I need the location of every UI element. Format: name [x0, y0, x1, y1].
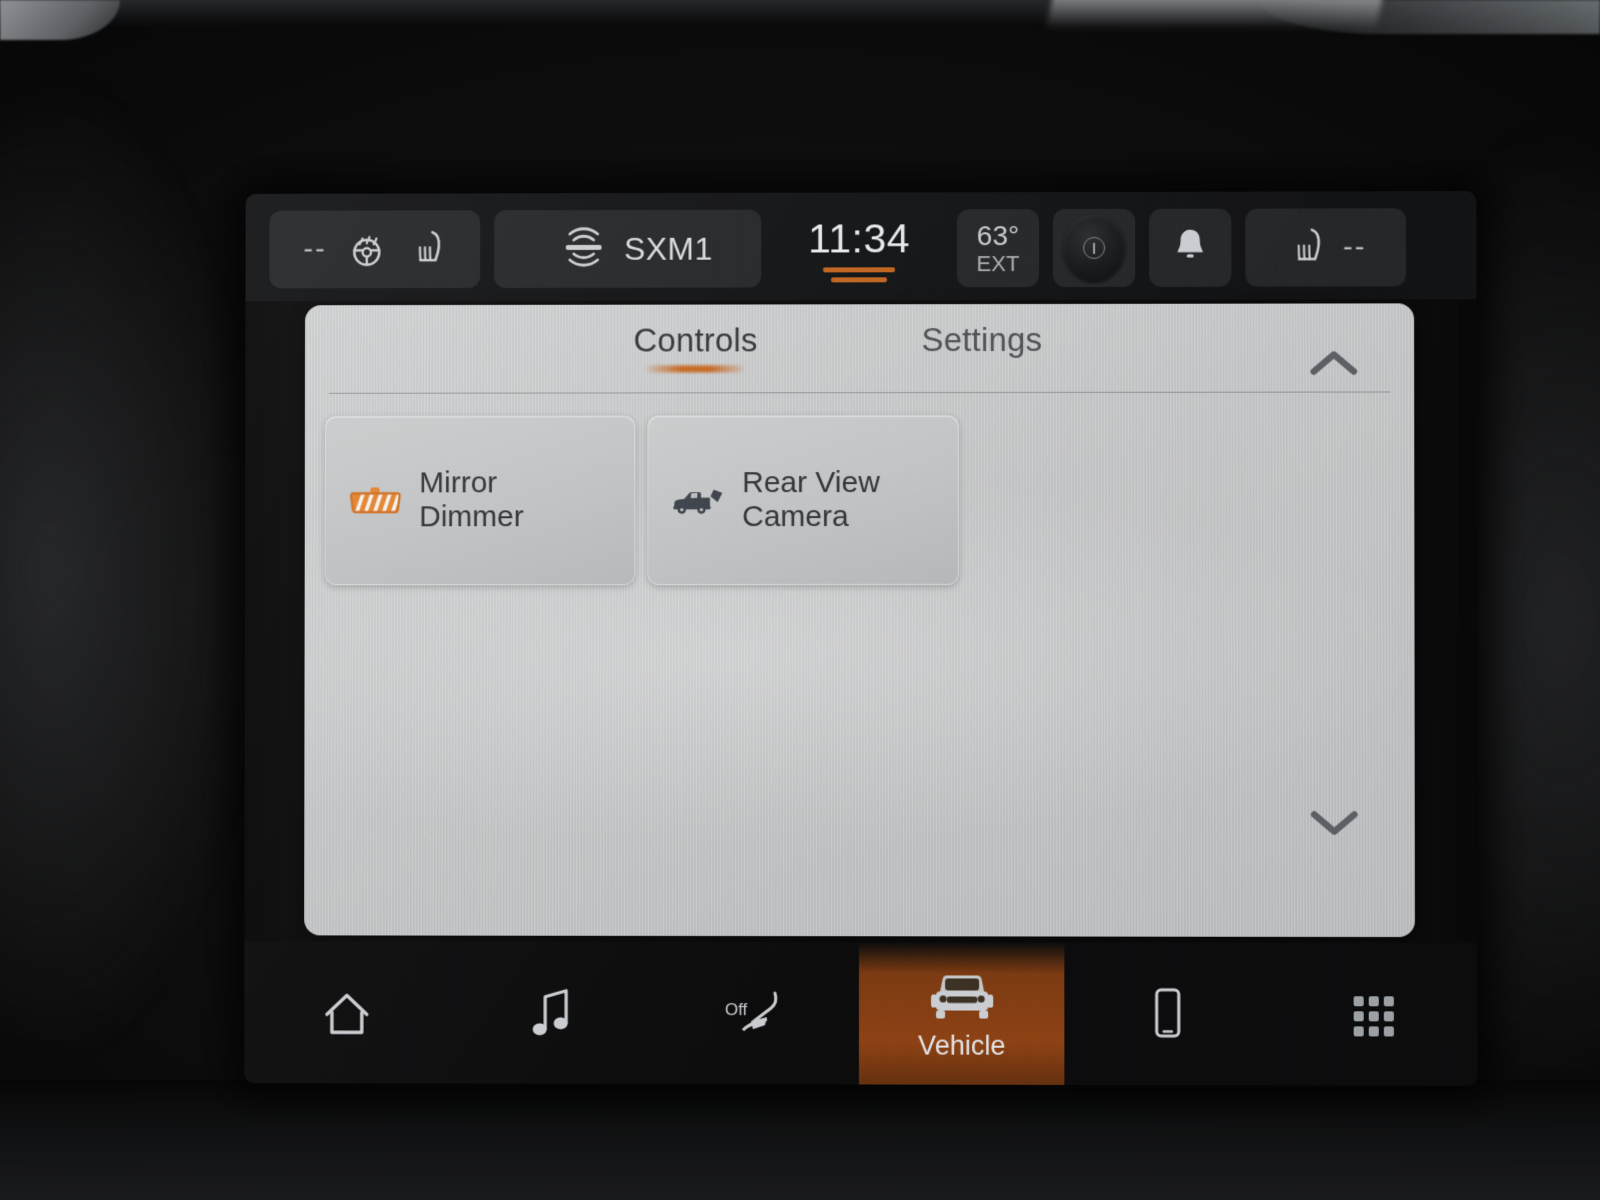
vehicle-left-dashes: -- — [303, 233, 327, 265]
controls-tile-grid: Mirror Dimmer Rear View Camera — [305, 392, 1415, 586]
nav-item-home[interactable] — [244, 941, 449, 1083]
status-vehicle-left-pill[interactable]: -- — [269, 210, 481, 289]
tile-mirror-dimmer-label: Mirror Dimmer — [419, 466, 524, 534]
nav-item-apps[interactable] — [1271, 943, 1478, 1086]
bottom-nav-bar: Off Vehicle — [244, 941, 1478, 1086]
status-vehicle-right-pill[interactable]: -- — [1245, 208, 1407, 287]
clock-time: 11:34 — [808, 214, 911, 261]
exterior-temp-value: 63° — [976, 220, 1020, 252]
exterior-temp-label: EXT — [976, 250, 1020, 276]
tab-settings[interactable]: Settings — [921, 321, 1042, 359]
vehicle-right-value: -- — [1343, 230, 1367, 263]
vehicle-truck-icon — [923, 965, 1001, 1025]
controls-panel: Controls Settings Mirror Dimmer Rear Vie… — [304, 303, 1415, 938]
dash-trim-left — [0, 0, 120, 40]
tile-mirror-dimmer[interactable]: Mirror Dimmer — [324, 415, 636, 586]
nav-item-vehicle-label: Vehicle — [918, 1030, 1006, 1061]
tab-settings-label: Settings — [921, 320, 1043, 359]
tile-rear-view-camera[interactable]: Rear View Camera — [647, 415, 960, 586]
clock-accent-bars — [823, 266, 895, 282]
tab-controls[interactable]: Controls — [633, 321, 758, 373]
heated-seat-left-icon — [406, 225, 446, 274]
dash-lower-console — [0, 1080, 1600, 1200]
volume-knob-icon — [1063, 213, 1126, 282]
status-exterior-temperature[interactable]: 63° EXT — [956, 209, 1040, 288]
dashboard-scene: -- SXM1 11:34 63° EXT -- Controls Settin… — [0, 0, 1600, 1200]
chevron-down-icon[interactable] — [1302, 790, 1366, 854]
status-media-source[interactable]: SXM1 — [494, 209, 762, 288]
panel-tabs: Controls Settings — [305, 303, 1414, 377]
climate-off-text: Off — [725, 1000, 748, 1019]
nav-item-vehicle[interactable]: Vehicle — [858, 942, 1065, 1085]
status-clock[interactable]: 11:34 — [775, 215, 943, 282]
media-source-label: SXM1 — [623, 230, 713, 267]
media-music-icon — [526, 980, 576, 1040]
nav-item-climate[interactable]: Off — [654, 942, 859, 1085]
status-volume-knob[interactable] — [1052, 208, 1136, 287]
status-bar: -- SXM1 11:34 63° EXT -- — [245, 191, 1477, 302]
nav-item-phone[interactable] — [1065, 943, 1271, 1086]
nav-item-media[interactable] — [449, 942, 654, 1084]
apps-grid-icon — [1346, 982, 1402, 1042]
phone-icon — [1146, 981, 1190, 1041]
heated-seat-right-icon — [1285, 222, 1327, 273]
infotainment-screen: -- SXM1 11:34 63° EXT -- Controls Settin… — [244, 191, 1478, 1086]
tab-active-underline — [647, 365, 744, 373]
tab-controls-label: Controls — [633, 321, 758, 359]
home-icon — [319, 980, 375, 1040]
mirror-dimmer-icon — [346, 480, 404, 520]
bell-icon — [1171, 224, 1209, 271]
dash-glow-left — [0, 70, 260, 1070]
status-notifications-button[interactable] — [1149, 208, 1232, 287]
chevron-up-icon[interactable] — [1302, 331, 1366, 395]
heated-steering-wheel-icon — [345, 225, 389, 274]
siriusxm-logo-icon — [560, 221, 608, 276]
tile-rear-view-camera-label: Rear View Camera — [742, 465, 880, 534]
climate-off-icon: Off — [717, 981, 795, 1041]
rear-view-camera-icon — [668, 480, 726, 520]
windshield-reflection — [1045, 0, 1385, 30]
